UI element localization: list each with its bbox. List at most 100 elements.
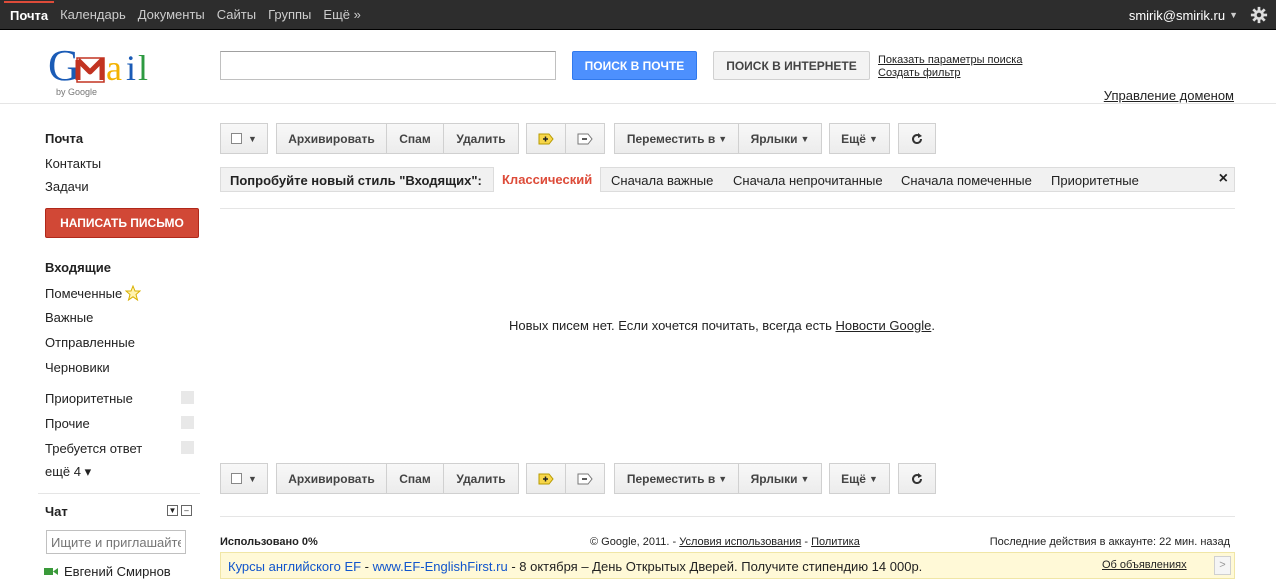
chevron-down-icon[interactable]: ▼ xyxy=(1229,10,1238,20)
video-camera-icon xyxy=(44,568,58,575)
search-input[interactable] xyxy=(220,51,556,80)
move-to-button[interactable]: Переместить в ▼ xyxy=(614,123,740,154)
select-checkbox-menu[interactable]: ▼ xyxy=(220,463,268,494)
chat-contact[interactable]: Евгений Смирнов xyxy=(44,564,171,579)
more-button[interactable]: Ещё ▼ xyxy=(829,123,890,154)
refresh-button[interactable] xyxy=(898,463,936,494)
refresh-button[interactable] xyxy=(898,123,936,154)
label-color-swatch[interactable] xyxy=(181,441,194,454)
move-to-button[interactable]: Переместить в ▼ xyxy=(614,463,740,494)
bottom-toolbar: ▼ Архивировать Спам Удалить Переместить … xyxy=(220,463,940,494)
google-news-link[interactable]: Новости Google xyxy=(835,318,931,333)
important-minus-icon xyxy=(577,133,593,144)
gear-icon[interactable] xyxy=(1250,6,1268,24)
chat-search-input[interactable] xyxy=(46,530,186,554)
sidebar-contacts[interactable]: Контакты xyxy=(45,156,101,171)
search-web-button[interactable]: ПОИСК В ИНТЕРНЕТЕ xyxy=(713,51,870,80)
about-ads-link[interactable]: Об объявлениях xyxy=(1102,559,1187,571)
spam-button[interactable]: Спам xyxy=(386,463,444,494)
tab-classic[interactable]: Классический xyxy=(493,167,602,192)
compose-button[interactable]: НАПИСАТЬ ПИСЬМО xyxy=(45,208,199,238)
sidebar-more-labels[interactable]: ещё 4 ▾ xyxy=(45,464,91,480)
chat-contact-name: Евгений Смирнов xyxy=(64,564,171,579)
chevron-down-icon: ▼ xyxy=(868,473,878,484)
footer-links: © Google, 2011. - Условия использования … xyxy=(590,536,860,548)
search-links: Показать параметры поиска Создать фильтр xyxy=(878,54,1022,80)
top-nav-calendar[interactable]: Календарь xyxy=(54,0,132,30)
sidebar-label-priority[interactable]: Приоритетные xyxy=(45,391,133,406)
mark-not-important-button[interactable] xyxy=(565,463,605,494)
labels-button[interactable]: Ярлыки ▼ xyxy=(738,123,822,154)
sidebar-item-inbox[interactable]: Входящие xyxy=(45,260,111,275)
tab-starred-first[interactable]: Сначала помеченные xyxy=(901,173,1032,188)
top-nav-mail[interactable]: Почта xyxy=(4,1,55,29)
tab-important-first[interactable]: Сначала важные xyxy=(611,173,713,188)
archive-button[interactable]: Архивировать xyxy=(276,463,387,494)
sidebar-item-important[interactable]: Важные xyxy=(45,310,93,325)
chat-minimize-icon[interactable]: – xyxy=(181,505,192,516)
move-to-label: Переместить в xyxy=(626,131,716,146)
tab-priority-inbox[interactable]: Приоритетные xyxy=(1051,173,1139,188)
footer-separator: - xyxy=(801,536,812,548)
sidebar-item-drafts[interactable]: Черновики xyxy=(45,360,110,375)
header-divider xyxy=(0,103,1276,104)
refresh-icon xyxy=(912,132,923,144)
sidebar-tasks[interactable]: Задачи xyxy=(45,179,89,194)
empty-inbox-tail: . xyxy=(931,318,935,333)
spam-button[interactable]: Спам xyxy=(386,123,444,154)
empty-inbox-message: Новых писем нет. Если хочется почитать, … xyxy=(509,318,935,333)
storage-usage: Использовано 0% xyxy=(220,536,318,548)
archive-button[interactable]: Архивировать xyxy=(276,123,387,154)
gmail-logo[interactable]: G a i l by Google xyxy=(48,42,173,100)
delete-button[interactable]: Удалить xyxy=(443,123,519,154)
sidebar-item-starred[interactable]: Помеченные xyxy=(45,285,142,301)
top-nav-sites[interactable]: Сайты xyxy=(211,0,262,30)
mark-important-button[interactable] xyxy=(526,463,566,494)
label-color-swatch[interactable] xyxy=(181,416,194,429)
select-checkbox-menu[interactable]: ▼ xyxy=(220,123,268,154)
ad-url-link[interactable]: www.EF-EnglishFirst.ru xyxy=(373,559,508,574)
last-activity: Последние действия в аккаунте: 22 мин. н… xyxy=(989,536,1230,548)
sidebar-label-needs-reply[interactable]: Требуется ответ xyxy=(45,441,142,456)
footer-divider xyxy=(220,516,1235,517)
more-label: Ещё xyxy=(841,131,866,146)
star-icon xyxy=(125,285,142,301)
domain-management-link[interactable]: Управление доменом xyxy=(1104,88,1234,103)
privacy-link[interactable]: Политика xyxy=(811,536,860,548)
ad-next-button[interactable]: > xyxy=(1214,556,1231,575)
delete-button[interactable]: Удалить xyxy=(443,463,519,494)
close-icon[interactable]: × xyxy=(1219,170,1228,188)
chat-menu-icon[interactable]: ▼ xyxy=(167,505,178,516)
ad-dash: - xyxy=(361,559,373,574)
svg-text:by Google: by Google xyxy=(56,87,97,97)
create-filter-link[interactable]: Создать фильтр xyxy=(878,67,1022,80)
label-color-swatch[interactable] xyxy=(181,391,194,404)
more-label: Ещё xyxy=(841,471,866,486)
sidebar-mail[interactable]: Почта xyxy=(45,131,83,146)
more-button[interactable]: Ещё ▼ xyxy=(829,463,890,494)
tab-unread-first[interactable]: Сначала непрочитанные xyxy=(733,173,883,188)
top-toolbar: ▼ Архивировать Спам Удалить Переместить … xyxy=(220,123,940,154)
top-nav: Почта Календарь Документы Сайты Группы Е… xyxy=(4,0,367,30)
mark-important-button[interactable] xyxy=(526,123,566,154)
ad-text: Курсы английского EF - www.EF-EnglishFir… xyxy=(228,559,922,574)
labels-button[interactable]: Ярлыки ▼ xyxy=(738,463,822,494)
mark-not-important-button[interactable] xyxy=(565,123,605,154)
terms-link[interactable]: Условия использования xyxy=(679,536,801,548)
svg-text:l: l xyxy=(138,48,148,88)
show-search-options-link[interactable]: Показать параметры поиска xyxy=(878,54,1022,67)
refresh-icon xyxy=(912,472,923,484)
top-nav-more[interactable]: Ещё » xyxy=(317,0,366,30)
account-email[interactable]: smirik@smirik.ru xyxy=(1129,8,1225,23)
ad-title-link[interactable]: Курсы английского EF xyxy=(228,559,361,574)
top-nav-groups[interactable]: Группы xyxy=(262,0,317,30)
list-top-divider xyxy=(220,208,1235,209)
sidebar-label-other[interactable]: Прочие xyxy=(45,416,90,431)
sidebar-item-sent[interactable]: Отправленные xyxy=(45,335,135,350)
search-mail-button[interactable]: ПОИСК В ПОЧТЕ xyxy=(572,51,697,80)
chevron-down-icon: ▼ xyxy=(248,473,257,484)
chevron-down-icon: ▼ xyxy=(868,133,878,144)
top-nav-documents[interactable]: Документы xyxy=(132,0,211,30)
chevron-down-icon: ▼ xyxy=(248,133,257,144)
sidebar-item-label: Помеченные xyxy=(45,285,123,301)
